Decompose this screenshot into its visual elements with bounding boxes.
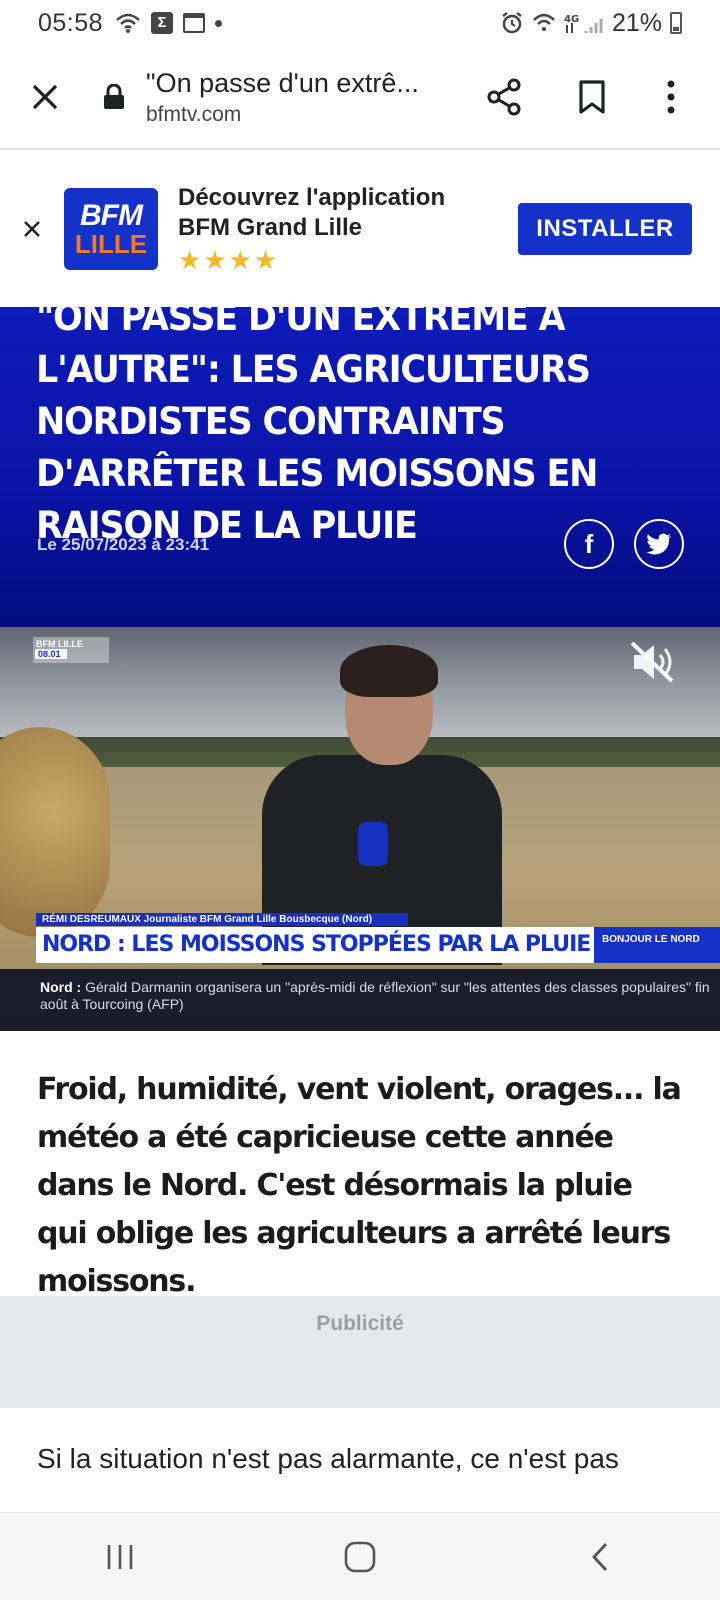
logo-top-text: BFM <box>80 199 143 232</box>
ticker-text: Gérald Darmanin organisera un "après-mid… <box>40 979 710 1012</box>
video-hay-bale <box>0 727 110 937</box>
channel-bug: BFM LILLE 08.01 <box>33 637 109 663</box>
bookmark-button[interactable] <box>548 57 636 137</box>
status-right: 4G 21% <box>500 9 682 38</box>
video-show-name: BONJOUR LE NORD <box>594 927 720 963</box>
volume-muted-icon <box>630 641 674 683</box>
close-tab-button[interactable] <box>0 46 90 148</box>
ticker-label: Nord : <box>40 979 82 995</box>
article-date: Le 25/07/2023 à 23:41 <box>37 535 210 554</box>
more-options-button[interactable] <box>636 57 706 137</box>
back-button[interactable] <box>560 1527 640 1587</box>
wifi-icon <box>116 13 140 33</box>
wifi-4g-icon <box>533 13 555 31</box>
status-left-icons: Σ <box>115 12 223 34</box>
browser-toolbar: "On passe d'un extrê... bfmtv.com <box>0 46 720 150</box>
bfm-lille-logo: BFM LILLE <box>64 188 158 270</box>
ad-slot: Publicité <box>0 1296 720 1408</box>
facebook-share-button[interactable]: f <box>564 519 614 569</box>
more-vert-icon <box>667 80 675 114</box>
mute-button[interactable] <box>628 637 678 687</box>
url-bar[interactable]: "On passe d'un extrê... bfmtv.com <box>138 68 460 127</box>
video-reporter-hair <box>340 645 438 697</box>
channel-bug-time: 08.01 <box>35 649 67 659</box>
banner-close-button[interactable] <box>0 220 64 238</box>
share-buttons: f <box>564 519 684 569</box>
video-player[interactable]: BFM LILLE 08.01 RÉMI DESREUMAUX Journali… <box>0 627 720 1031</box>
system-nav-bar <box>0 1512 720 1600</box>
recents-icon <box>107 1544 133 1569</box>
signal-icon: 4G <box>564 14 603 33</box>
banner-line-2: BFM Grand Lille <box>178 213 363 241</box>
lock-button[interactable] <box>90 84 138 110</box>
channel-bug-name: BFM LILLE <box>36 639 83 649</box>
battery-percent: 21% <box>611 8 662 37</box>
bookmark-icon <box>579 80 605 114</box>
sigma-icon: Σ <box>151 12 174 34</box>
battery-icon <box>670 12 682 34</box>
close-icon <box>32 84 58 110</box>
facebook-icon: f <box>584 528 594 559</box>
video-ticker: Nord : Gérald Darmanin organisera un "ap… <box>0 969 720 1031</box>
article-title: "On passe d'un extrême à l'autre": les a… <box>36 307 598 548</box>
share-icon <box>487 78 521 116</box>
article-body-text: Si la situation n'est pas alarmante, ce … <box>37 1443 619 1474</box>
video-reporter-name: RÉMI DESREUMAUX Journaliste BFM Grand Li… <box>36 913 408 926</box>
twitter-icon <box>646 533 671 555</box>
alarm-icon <box>502 12 522 34</box>
lock-icon <box>104 84 124 109</box>
ad-label: Publicité <box>316 1312 404 1335</box>
article-header: "On passe d'un extrême à l'autre": les a… <box>0 307 720 627</box>
back-icon <box>592 1542 608 1571</box>
rating-stars: ★★★★ <box>178 244 280 275</box>
twitter-share-button[interactable] <box>634 519 684 569</box>
page-title: "On passe d'un extrê... <box>146 67 419 98</box>
toolbar-actions <box>460 57 720 137</box>
dot-icon <box>215 19 223 27</box>
banner-text: Découvrez l'application BFM Grand Lille … <box>178 183 518 276</box>
calendar-icon <box>183 13 206 33</box>
home-button[interactable] <box>320 1527 400 1587</box>
article-lead: Froid, humidité, vent violent, orages...… <box>37 1072 682 1299</box>
share-button[interactable] <box>460 57 548 137</box>
home-icon <box>344 1541 376 1572</box>
app-install-banner: BFM LILLE Découvrez l'application BFM Gr… <box>0 151 720 307</box>
status-time: 05:58 <box>38 8 104 37</box>
banner-line-1: Découvrez l'application <box>178 183 446 211</box>
logo-bottom-text: LILLE <box>74 229 148 259</box>
video-microphone <box>358 822 388 866</box>
recent-apps-button[interactable] <box>80 1527 160 1587</box>
close-icon <box>24 221 40 237</box>
install-button[interactable]: INSTALLER <box>518 203 692 255</box>
video-headline: NORD : LES MOISSONS STOPPÉES PAR LA PLUI… <box>36 927 594 963</box>
page-domain: bfmtv.com <box>146 102 242 126</box>
status-bar: 05:58 Σ 4G 21% <box>0 0 720 46</box>
